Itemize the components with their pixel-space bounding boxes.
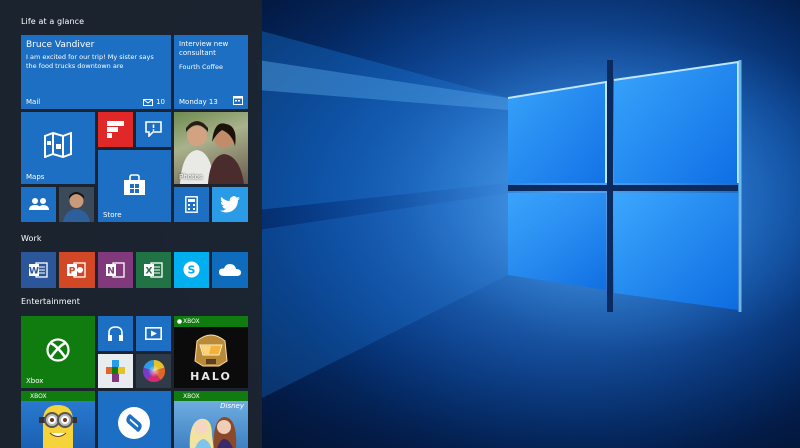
- start-menu: Life at a glance Bruce Vandiver I am exc…: [0, 0, 262, 448]
- word-tile[interactable]: W: [21, 252, 56, 288]
- twitter-icon: [220, 196, 240, 213]
- maps-icon: [44, 132, 72, 158]
- mail-tile[interactable]: Bruce Vandiver I am excited for our trip…: [21, 35, 171, 109]
- halo-tile[interactable]: XBOX HALO: [174, 316, 248, 388]
- onenote-icon: N: [106, 261, 125, 279]
- tips-puzzle-icon: [106, 360, 125, 382]
- powerpoint-tile[interactable]: P: [59, 252, 95, 288]
- xbox-icon: [46, 338, 70, 362]
- mail-label: Mail: [26, 98, 41, 106]
- xbox-badge-text: XBOX: [183, 318, 200, 325]
- svg-text:S: S: [188, 264, 196, 277]
- maps-tile[interactable]: Maps: [21, 112, 95, 184]
- onedrive-icon: [219, 263, 241, 276]
- group-label-life-at-a-glance: Life at a glance: [21, 17, 85, 26]
- powerpoint-icon: P: [67, 261, 86, 279]
- xbox-badge-text: XBOX: [183, 393, 200, 400]
- frozen-game-tile[interactable]: XBOX Disney: [174, 391, 248, 448]
- calendar-location: Fourth Coffee: [179, 63, 224, 71]
- feedback-icon: [145, 121, 162, 137]
- halo-title: HALO: [190, 370, 232, 383]
- calendar-date: Monday 13: [179, 98, 218, 106]
- skype-tile[interactable]: S: [174, 252, 209, 288]
- mail-sender: Bruce Vandiver: [26, 40, 95, 50]
- calculator-icon: [185, 196, 198, 213]
- mail-icon: [143, 98, 154, 106]
- feedback-tile[interactable]: [136, 112, 171, 147]
- skype-icon: S: [182, 260, 201, 279]
- color-wheel-icon: [143, 360, 165, 382]
- svg-text:N: N: [107, 267, 115, 277]
- shazam-tile[interactable]: [98, 391, 171, 448]
- calculator-tile[interactable]: [174, 187, 209, 222]
- contact-avatar: [59, 187, 94, 222]
- minion-character-image: [39, 405, 77, 448]
- minions-game-tile[interactable]: XBOX: [21, 391, 95, 448]
- calendar-event: Interview new consultant: [179, 40, 229, 57]
- onedrive-tile[interactable]: [212, 252, 248, 288]
- desktop: Life at a glance Bruce Vandiver I am exc…: [0, 0, 800, 448]
- mail-count: 10: [156, 98, 165, 106]
- onenote-tile[interactable]: N: [98, 252, 133, 288]
- store-tile[interactable]: Store: [98, 150, 171, 222]
- photos-tile[interactable]: Photos: [174, 112, 248, 184]
- svg-text:W: W: [29, 267, 39, 277]
- shazam-icon: [116, 405, 152, 441]
- calendar-icon: [233, 95, 243, 105]
- people-tile[interactable]: [21, 187, 56, 222]
- xbox-badge-bar: XBOX: [174, 316, 248, 327]
- people-icon: [29, 197, 49, 211]
- tips-tile[interactable]: [98, 354, 133, 388]
- xbox-tile[interactable]: Xbox: [21, 316, 95, 388]
- contact-photo-tile[interactable]: [59, 187, 94, 222]
- flipboard-tile[interactable]: [98, 112, 133, 147]
- group-label-entertainment: Entertainment: [21, 297, 81, 306]
- movies-tv-tile[interactable]: [136, 316, 171, 351]
- twitter-tile[interactable]: [212, 187, 248, 222]
- video-icon: [145, 327, 162, 340]
- frozen-characters-image: [189, 417, 237, 448]
- xbox-small-icon: [177, 319, 182, 324]
- calendar-tile[interactable]: Interview new consultant Fourth Coffee M…: [174, 35, 248, 109]
- headphones-icon: [107, 325, 124, 342]
- windows-logo-wallpaper: [258, 0, 800, 448]
- excel-tile[interactable]: X: [136, 252, 171, 288]
- groove-music-tile[interactable]: [98, 316, 133, 351]
- color-app-tile[interactable]: [136, 354, 171, 388]
- store-icon: [124, 174, 145, 195]
- group-label-work: Work: [21, 234, 42, 243]
- mail-preview: I am excited for our trip! My sister say…: [26, 53, 154, 70]
- svg-text:P: P: [69, 267, 76, 277]
- store-label: Store: [103, 211, 122, 219]
- word-icon: W: [29, 261, 48, 279]
- xbox-label: Xbox: [26, 377, 44, 385]
- master-chief-helmet-icon: [194, 334, 228, 367]
- photos-label: Photos: [179, 173, 203, 181]
- maps-label: Maps: [26, 173, 45, 181]
- excel-icon: X: [144, 261, 163, 279]
- svg-text:X: X: [146, 267, 153, 277]
- xbox-badge-text: XBOX: [30, 393, 47, 400]
- flipboard-icon: [107, 121, 124, 138]
